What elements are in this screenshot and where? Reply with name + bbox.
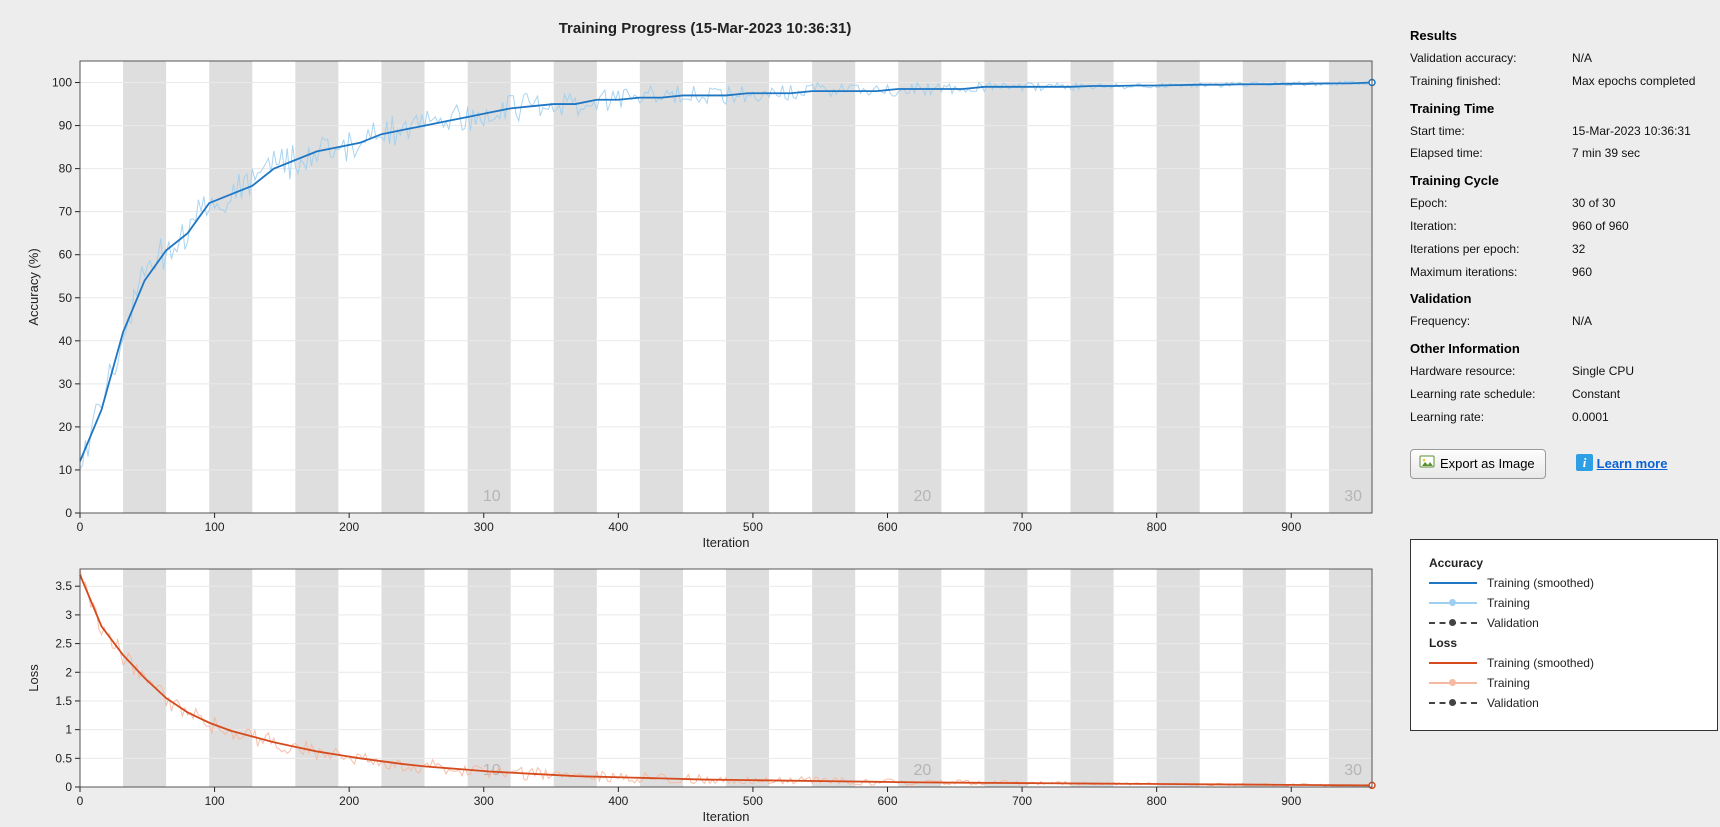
info-row-epoch: Epoch:30 of 30 xyxy=(1410,192,1718,215)
legend-loss-training: Training xyxy=(1429,676,1699,690)
svg-text:Accuracy (%): Accuracy (%) xyxy=(26,248,41,325)
svg-text:i: i xyxy=(1582,455,1586,470)
svg-text:30: 30 xyxy=(59,377,73,391)
info-row-freq: Frequency:N/A xyxy=(1410,310,1718,333)
svg-text:600: 600 xyxy=(877,794,897,808)
svg-text:0: 0 xyxy=(77,794,84,808)
svg-text:900: 900 xyxy=(1281,520,1301,534)
svg-text:100: 100 xyxy=(205,520,225,534)
accuracy-chart: 0102030405060708090100102030010020030040… xyxy=(20,43,1390,553)
svg-text:1: 1 xyxy=(65,723,72,737)
info-row-hw: Hardware resource:Single CPU xyxy=(1410,360,1718,383)
svg-text:20: 20 xyxy=(914,762,932,779)
svg-text:2.5: 2.5 xyxy=(55,637,72,651)
svg-text:10: 10 xyxy=(483,488,501,505)
info-row-lr: Learning rate:0.0001 xyxy=(1410,406,1718,429)
legend-loss-smoothed: Training (smoothed) xyxy=(1429,656,1699,670)
svg-text:400: 400 xyxy=(608,520,628,534)
legend-acc-validation: Validation xyxy=(1429,616,1699,630)
time-heading: Training Time xyxy=(1410,101,1718,116)
cycle-heading: Training Cycle xyxy=(1410,173,1718,188)
legend-card: Accuracy Training (smoothed) Training Va… xyxy=(1410,539,1718,731)
svg-text:1.5: 1.5 xyxy=(55,694,72,708)
svg-text:0: 0 xyxy=(65,780,72,794)
svg-text:40: 40 xyxy=(59,334,73,348)
svg-text:30: 30 xyxy=(1344,488,1362,505)
svg-text:200: 200 xyxy=(339,794,359,808)
svg-text:0: 0 xyxy=(77,520,84,534)
results-heading: Results xyxy=(1410,28,1718,43)
other-heading: Other Information xyxy=(1410,341,1718,356)
legend-acc-smoothed: Training (smoothed) xyxy=(1429,576,1699,590)
info-row-train-fin: Training finished:Max epochs completed xyxy=(1410,70,1718,93)
svg-text:2: 2 xyxy=(65,665,72,679)
svg-text:Loss: Loss xyxy=(26,664,41,692)
legend-loss-heading: Loss xyxy=(1429,636,1699,650)
svg-text:700: 700 xyxy=(1012,794,1032,808)
svg-text:30: 30 xyxy=(1344,762,1362,779)
svg-text:800: 800 xyxy=(1147,520,1167,534)
export-image-button[interactable]: Export as Image xyxy=(1410,449,1546,479)
legend-accuracy-heading: Accuracy xyxy=(1429,556,1699,570)
info-row-start: Start time:15-Mar-2023 10:36:31 xyxy=(1410,120,1718,143)
legend-acc-training: Training xyxy=(1429,596,1699,610)
export-icon xyxy=(1419,454,1435,473)
svg-text:100: 100 xyxy=(205,794,225,808)
svg-text:Iteration: Iteration xyxy=(703,535,750,550)
info-row-iter: Iteration:960 of 960 xyxy=(1410,215,1718,238)
info-icon: i xyxy=(1576,454,1593,474)
export-label: Export as Image xyxy=(1440,456,1535,471)
svg-text:60: 60 xyxy=(59,248,73,262)
info-row-lrs: Learning rate schedule:Constant xyxy=(1410,383,1718,406)
svg-text:70: 70 xyxy=(59,205,73,219)
legend-loss-validation: Validation xyxy=(1429,696,1699,710)
svg-text:500: 500 xyxy=(743,520,763,534)
svg-text:20: 20 xyxy=(914,488,932,505)
loss-chart: 00.511.522.533.5102030010020030040050060… xyxy=(20,557,1390,827)
svg-text:3.5: 3.5 xyxy=(55,579,72,593)
svg-text:3: 3 xyxy=(65,608,72,622)
svg-text:50: 50 xyxy=(59,291,73,305)
svg-text:400: 400 xyxy=(608,794,628,808)
svg-text:800: 800 xyxy=(1147,794,1167,808)
svg-text:0.5: 0.5 xyxy=(55,751,72,765)
page-title: Training Progress (15-Mar-2023 10:36:31) xyxy=(20,20,1390,37)
svg-text:700: 700 xyxy=(1012,520,1032,534)
svg-text:0: 0 xyxy=(65,506,72,520)
svg-text:20: 20 xyxy=(59,420,73,434)
info-row-maxiter: Maximum iterations:960 xyxy=(1410,261,1718,284)
svg-text:300: 300 xyxy=(474,520,494,534)
info-row-val-acc: Validation accuracy:N/A xyxy=(1410,47,1718,70)
info-row-elapsed: Elapsed time:7 min 39 sec xyxy=(1410,142,1718,165)
svg-text:80: 80 xyxy=(59,162,73,176)
results-section: Results Validation accuracy:N/A Training… xyxy=(1410,20,1718,429)
svg-text:10: 10 xyxy=(59,463,73,477)
info-row-ipe: Iterations per epoch:32 xyxy=(1410,238,1718,261)
svg-text:100: 100 xyxy=(52,76,72,90)
svg-text:600: 600 xyxy=(877,520,897,534)
svg-text:Iteration: Iteration xyxy=(703,809,750,824)
svg-text:300: 300 xyxy=(474,794,494,808)
svg-text:500: 500 xyxy=(743,794,763,808)
svg-text:90: 90 xyxy=(59,119,73,133)
svg-text:200: 200 xyxy=(339,520,359,534)
valid-heading: Validation xyxy=(1410,291,1718,306)
svg-text:900: 900 xyxy=(1281,794,1301,808)
learn-more-link[interactable]: Learn more xyxy=(1597,456,1668,471)
